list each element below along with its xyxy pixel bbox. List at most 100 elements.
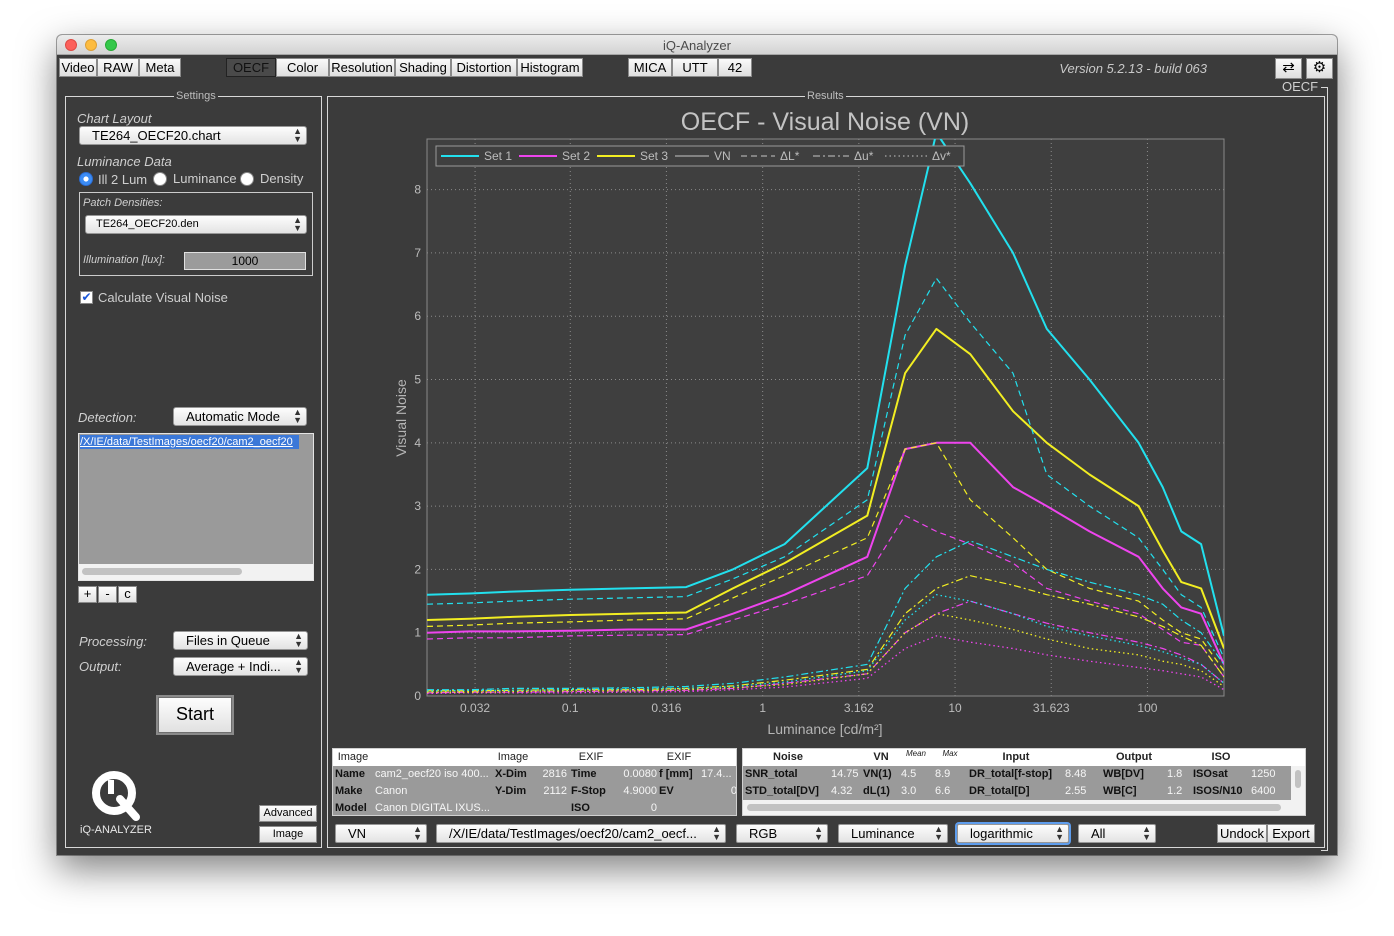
image-table-header-cell: Image xyxy=(337,751,369,763)
toolbar: Video RAW Meta OECF Color Resolution Sha… xyxy=(57,56,1337,82)
tab-42[interactable]: 42 xyxy=(718,58,752,77)
image-info-table: Image Image EXIF EXIF Name cam2_oecf20 i… xyxy=(332,748,737,816)
table-cell: Model xyxy=(335,802,367,814)
noise-table-vscroll-thumb[interactable] xyxy=(1295,770,1301,788)
remove-file-button[interactable]: - xyxy=(98,586,117,603)
tab-color[interactable]: Color xyxy=(276,58,329,77)
clear-files-button[interactable]: c xyxy=(118,586,137,603)
settings-panel-title: Settings xyxy=(174,90,218,102)
undock-button[interactable]: Undock xyxy=(1217,824,1267,843)
noise-table-vscrollbar[interactable] xyxy=(1291,766,1305,815)
table-cell: 14.75 xyxy=(831,768,859,780)
table-cell: 6.6 xyxy=(935,785,951,797)
file-select-value: /X/IE/data/TestImages/oecf20/cam2_oecf..… xyxy=(449,826,697,841)
output-select[interactable]: Average + Indi... ▲ ▼ xyxy=(173,657,308,676)
table-cell: WB[C] xyxy=(1103,785,1137,797)
oecf-section-label: OECF xyxy=(1280,79,1321,94)
tab-mica[interactable]: MICA xyxy=(628,58,672,77)
radio-density[interactable] xyxy=(240,172,254,186)
add-file-button[interactable]: + xyxy=(78,586,97,603)
radio-ill2lum[interactable] xyxy=(79,172,93,186)
noise-table-hscrollbar[interactable] xyxy=(743,800,1291,815)
channel-select-value: RGB xyxy=(749,826,778,841)
table-cell: Y-Dim xyxy=(495,785,527,797)
window-title: iQ-Analyzer xyxy=(663,38,731,53)
gear-icon[interactable]: ⚙ xyxy=(1306,58,1333,79)
table-cell: 2816 xyxy=(542,768,567,780)
table-cell: 8.9 xyxy=(935,768,951,780)
image-button[interactable]: Image xyxy=(259,826,317,843)
scale-select-value: logarithmic xyxy=(970,826,1033,841)
legend-label: Set 1 xyxy=(484,149,512,163)
processing-value: Files in Queue xyxy=(186,633,270,648)
export-button[interactable]: Export xyxy=(1267,824,1315,843)
settings-panel: Settings Chart Layout TE264_OECF20.chart… xyxy=(65,90,322,848)
tab-video[interactable]: Video xyxy=(59,58,97,77)
channel-select[interactable]: RGB ▲ ▼ xyxy=(736,824,828,843)
scale-select[interactable]: logarithmic ▲ ▼ xyxy=(957,824,1069,843)
file-list-scroll-thumb[interactable] xyxy=(82,568,242,575)
radio-luminance[interactable] xyxy=(153,172,167,186)
output-value: Average + Indi... xyxy=(186,659,281,674)
calc-visual-noise-checkbox[interactable]: ✔ xyxy=(80,291,93,304)
detection-select[interactable]: Automatic Mode ▲ ▼ xyxy=(173,407,307,426)
axis-quantity-select[interactable]: Luminance ▲ ▼ xyxy=(838,824,948,843)
table-cell: 3.0 xyxy=(901,785,917,797)
file-list-scrollbar[interactable] xyxy=(79,564,313,580)
tab-utt[interactable]: UTT xyxy=(672,58,718,77)
processing-select[interactable]: Files in Queue ▲ ▼ xyxy=(173,631,308,650)
tab-raw[interactable]: RAW xyxy=(97,58,139,77)
patch-densities-select[interactable]: TE264_OECF20.den ▲ ▼ xyxy=(85,215,307,234)
file-list-item[interactable]: /X/IE/data/TestImages/oecf20/cam2_oecf20 xyxy=(80,435,299,449)
noise-table-hscroll-thumb[interactable] xyxy=(747,804,1281,811)
table-cell: 4.5 xyxy=(901,768,917,780)
radio-luminance-label: Luminance xyxy=(173,171,237,186)
tab-histogram[interactable]: Histogram xyxy=(517,58,583,77)
tab-oecf[interactable]: OECF xyxy=(226,58,276,77)
file-list[interactable]: /X/IE/data/TestImages/oecf20/cam2_oecf20 xyxy=(78,433,314,581)
tab-shading[interactable]: Shading xyxy=(395,58,451,77)
detection-value: Automatic Mode xyxy=(186,409,280,424)
close-window-button[interactable] xyxy=(65,39,77,51)
zoom-window-button[interactable] xyxy=(105,39,117,51)
table-cell: DR_total[f-stop] xyxy=(969,768,1053,780)
chevron-updown-icon: ▲ ▼ xyxy=(1055,824,1064,842)
chevron-updown-icon: ▲ ▼ xyxy=(293,126,302,144)
y-tick-label: 5 xyxy=(414,373,421,387)
file-select[interactable]: /X/IE/data/TestImages/oecf20/cam2_oecf..… xyxy=(436,824,726,843)
table-cell: VN(1) xyxy=(863,768,892,780)
x-tick-label: 31.623 xyxy=(1033,701,1070,715)
table-cell: cam2_oecf20 iso 400... xyxy=(375,768,489,780)
noise-table-header-cell: VN xyxy=(873,751,889,763)
logo-text: iQ-ANALYZER xyxy=(80,824,152,836)
table-cell: WB[DV] xyxy=(1103,768,1144,780)
output-label: Output: xyxy=(79,659,122,674)
x-tick-label: 10 xyxy=(948,701,962,715)
x-tick-label: 100 xyxy=(1137,701,1157,715)
set-filter-select[interactable]: All ▲ ▼ xyxy=(1078,824,1156,843)
start-button[interactable]: Start xyxy=(158,697,232,733)
tab-resolution[interactable]: Resolution xyxy=(329,58,395,77)
swap-arrows-icon[interactable]: ⇄ xyxy=(1275,58,1302,79)
tab-meta[interactable]: Meta xyxy=(139,58,181,77)
tab-distortion[interactable]: Distortion xyxy=(451,58,517,77)
table-cell: ISOS/N10 xyxy=(1193,785,1243,797)
table-cell: ISOsat xyxy=(1193,768,1228,780)
image-table-header-cell: Image xyxy=(497,751,529,763)
metric-select[interactable]: VN ▲ ▼ xyxy=(335,824,427,843)
chevron-updown-icon: ▲ ▼ xyxy=(294,631,303,649)
chart-layout-label: Chart Layout xyxy=(77,111,152,126)
patch-densities-label: Patch Densities: xyxy=(83,197,163,209)
chart-layout-select[interactable]: TE264_OECF20.chart ▲ ▼ xyxy=(79,126,307,145)
table-cell: 8.48 xyxy=(1065,768,1087,780)
chart-layout-value: TE264_OECF20.chart xyxy=(92,128,221,143)
table-cell: ISO xyxy=(571,802,590,814)
legend-label: Set 2 xyxy=(562,149,590,163)
illumination-input[interactable]: 1000 xyxy=(184,252,306,270)
minimize-window-button[interactable] xyxy=(85,39,97,51)
advanced-button[interactable]: Advanced xyxy=(259,805,317,822)
detection-label: Detection: xyxy=(78,410,137,425)
chevron-updown-icon: ▲ ▼ xyxy=(413,824,422,842)
legend-label: Δu* xyxy=(854,149,874,163)
x-axis-label: Luminance [cd/m²] xyxy=(767,721,882,737)
